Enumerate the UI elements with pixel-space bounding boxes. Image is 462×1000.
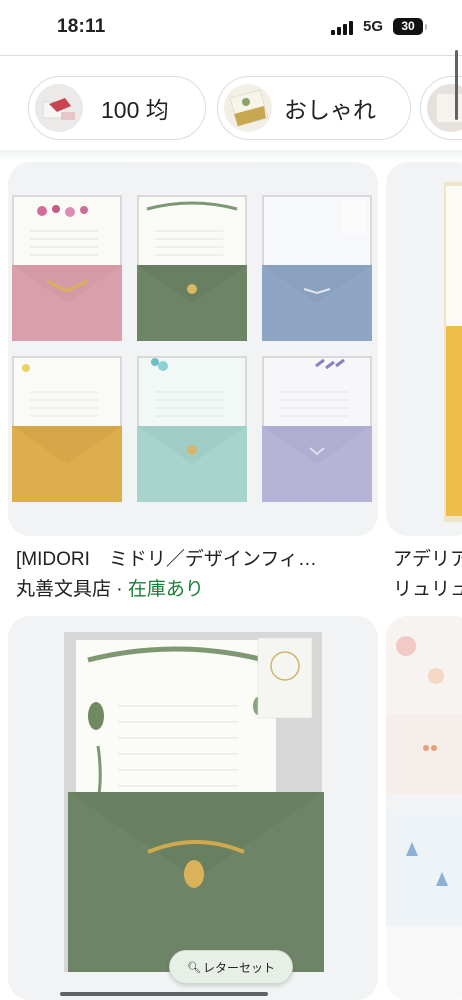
chip-label: 100 均: [101, 97, 169, 123]
horizontal-scroll-indicator: [455, 50, 458, 120]
result-title[interactable]: [MIDORI ミドリ／デザインフィ…: [16, 544, 378, 571]
separator: ·: [116, 579, 123, 600]
stock-status: 在庫あり: [127, 579, 204, 600]
floral-letter-set-image: [386, 616, 462, 1000]
letterset-thumbnail: [224, 84, 272, 132]
result-seller-line: リュリュ: [393, 574, 462, 601]
filter-chips-row[interactable]: 100 均 おしゃれ: [0, 70, 462, 148]
seller-name[interactable]: 丸善文具店: [16, 579, 111, 600]
header-divider: [0, 55, 462, 56]
green-letter-set-image: [64, 632, 324, 972]
chip-oshare[interactable]: おしゃれ: [217, 76, 411, 140]
floating-search-pill[interactable]: 🔍︎ レターセット: [169, 950, 293, 984]
network-type: 5G: [363, 18, 384, 35]
product-image-green-letter-set[interactable]: [8, 616, 378, 1000]
status-time: 18:11: [57, 16, 106, 37]
seller-name[interactable]: リュリュ: [393, 579, 462, 600]
product-image-midori-letter-sets[interactable]: [8, 162, 378, 536]
chip-100-yen[interactable]: 100 均: [28, 76, 206, 140]
aderia-product-image: [444, 182, 462, 522]
result-title[interactable]: アデリア: [393, 544, 462, 571]
signal-strength-icon: [331, 21, 355, 35]
stationery-thumbnail: [35, 84, 83, 132]
search-icon: 🔍︎: [187, 961, 201, 974]
floating-search-label: レターセット: [202, 960, 275, 975]
status-bar: 18:11 5G 30: [0, 0, 462, 56]
chip-label: おしゃれ: [284, 97, 376, 123]
battery-icon: 30: [393, 18, 427, 35]
product-image-floral-letter-set[interactable]: [386, 616, 462, 1000]
letter-set-collage-image: [12, 195, 372, 502]
product-image-aderia[interactable]: [386, 162, 462, 536]
result-seller-line: 丸善文具店 · 在庫あり: [16, 574, 378, 601]
home-indicator[interactable]: [60, 992, 268, 996]
